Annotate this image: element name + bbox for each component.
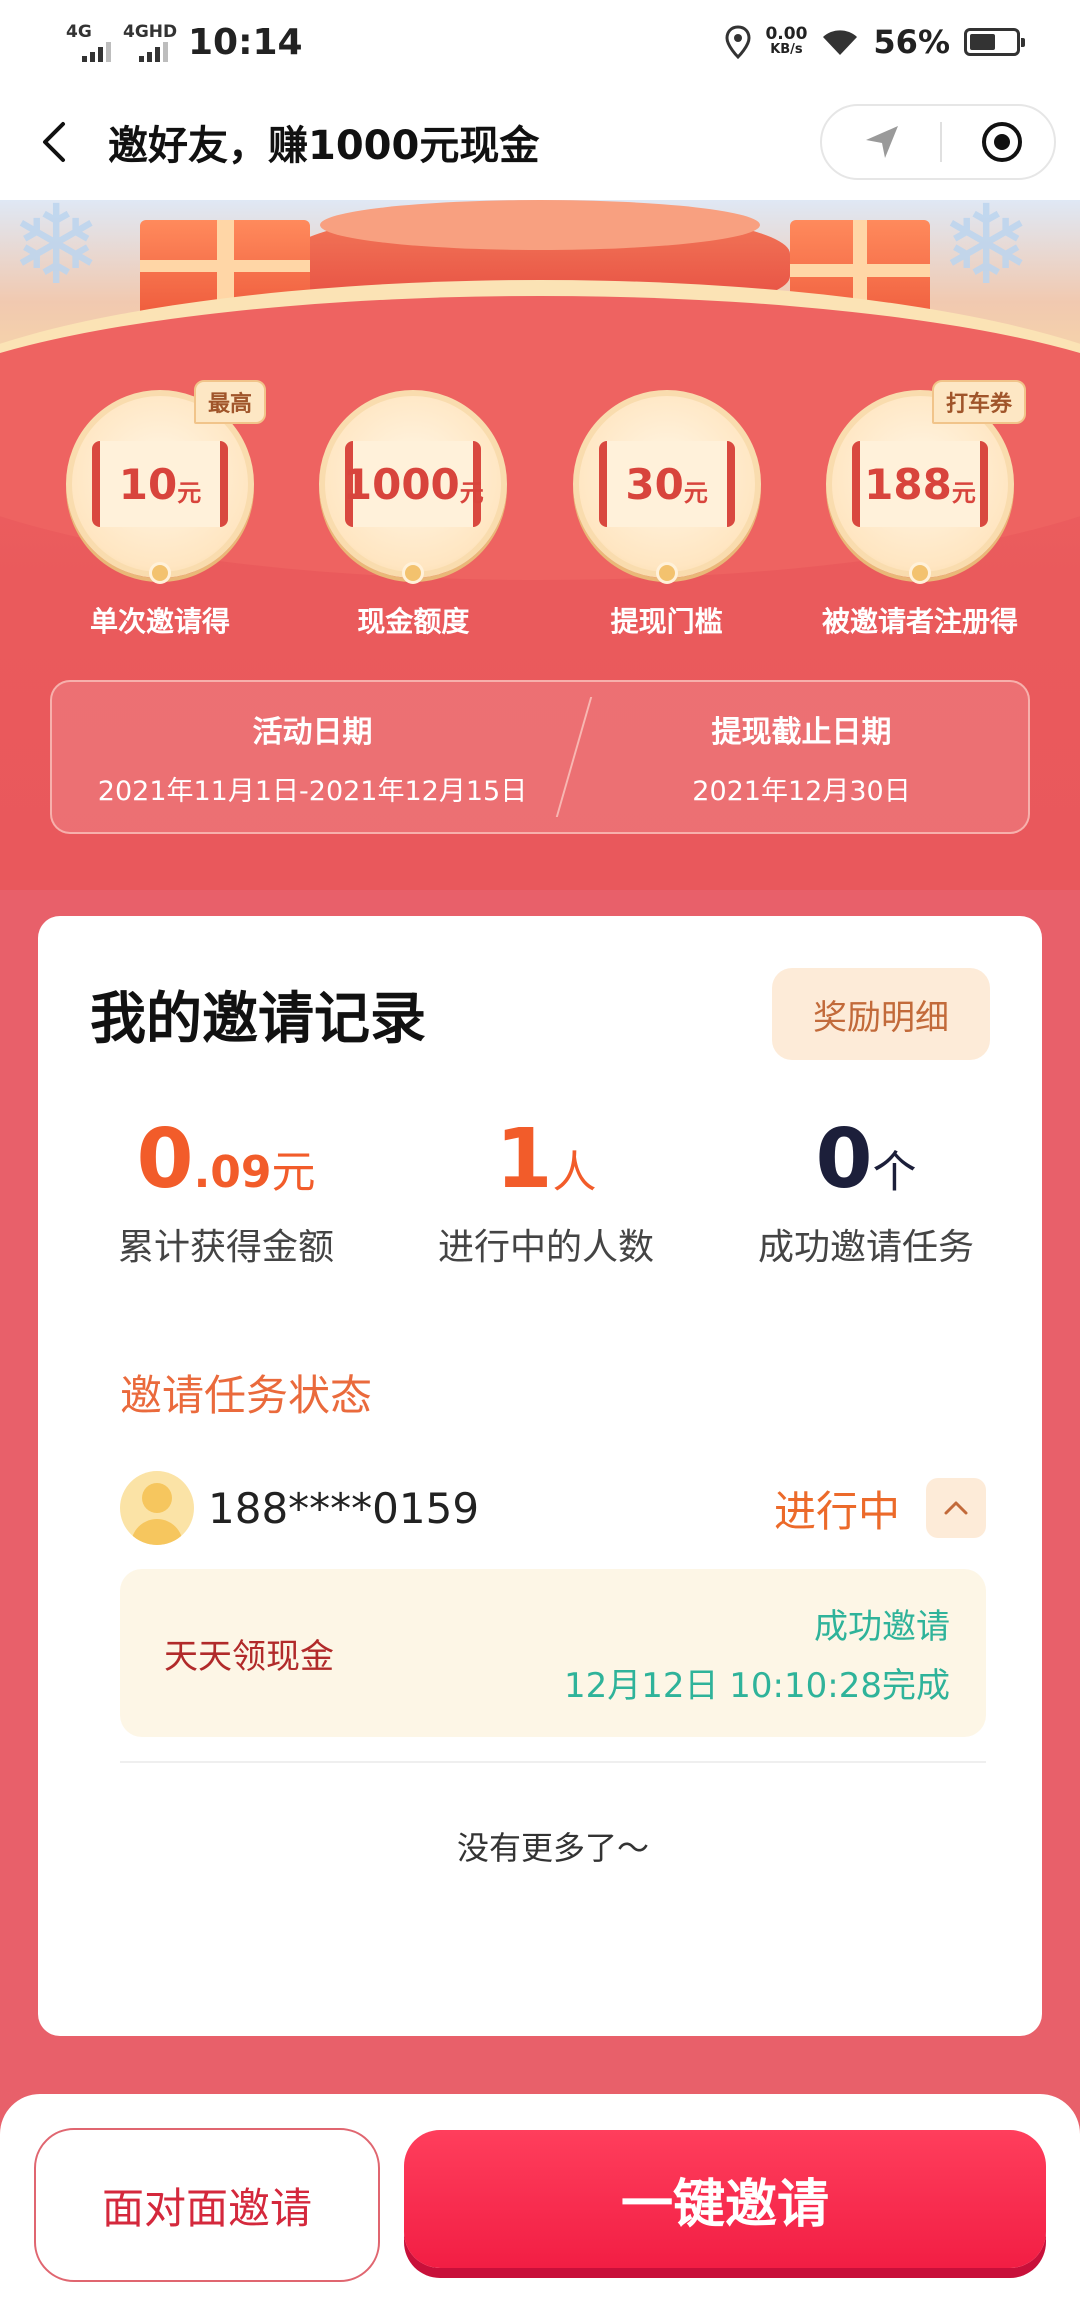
page-title: 邀好友，赚1000元现金 bbox=[108, 123, 540, 169]
reward-amount: 10 元 bbox=[92, 441, 228, 527]
reward-amount: 30 元 bbox=[598, 441, 735, 527]
stat-label: 进行中的人数 bbox=[437, 1227, 654, 1268]
task-status: 进行中 bbox=[773, 1486, 900, 1536]
reward-amount: 1000 元 bbox=[343, 441, 484, 527]
activity-date: 活动日期 2021年11月1日-2021年12月15日 bbox=[52, 707, 573, 808]
records-title: 我的邀请记录 bbox=[90, 986, 426, 1052]
invite-records-card: 我的邀请记录 奖励明细 0.09 元 累计获得金额 1人 进行中的人数 0个 成功… bbox=[38, 916, 1042, 2036]
avatar bbox=[120, 1471, 194, 1545]
navigation-arrow-icon[interactable] bbox=[862, 122, 902, 162]
snowflake-icon: ❄ bbox=[10, 200, 103, 309]
reward-invitee-register: 188 元 打车券 被邀请者注册得 bbox=[800, 380, 1040, 640]
signal-sim1: 4G bbox=[66, 22, 111, 62]
net-speed: 0.00 KB/s bbox=[765, 24, 808, 58]
invitee-phone: 188****0159 bbox=[208, 1483, 480, 1533]
stat-value-decimal: .09 bbox=[193, 1147, 272, 1198]
network-type-label: 4G bbox=[66, 22, 92, 42]
stat-value-int: 1 bbox=[495, 1112, 553, 1207]
activity-date-value: 2021年11月1日-2021年12月15日 bbox=[97, 775, 528, 807]
reward-label: 提现门槛 bbox=[610, 605, 723, 638]
task-name: 天天领现金 bbox=[164, 1636, 334, 1677]
coin-dot-icon bbox=[149, 562, 171, 584]
coin-icon: 1000 元 bbox=[319, 390, 508, 584]
stat-label: 累计获得金额 bbox=[118, 1227, 335, 1268]
clock: 10:14 bbox=[188, 21, 303, 63]
battery-percent: 56% bbox=[873, 23, 950, 61]
signal-icon bbox=[82, 42, 111, 62]
bottom-action-bar: 面对面邀请 一键邀请 bbox=[0, 2094, 1080, 2316]
close-target-icon[interactable] bbox=[980, 120, 1024, 164]
stat-label: 成功邀请任务 bbox=[757, 1227, 974, 1268]
task-row[interactable]: 188****0159 进行中 bbox=[90, 1471, 986, 1545]
chevron-up-icon bbox=[944, 1501, 968, 1515]
reward-amount: 188 元 bbox=[851, 441, 988, 527]
coin-dot-icon bbox=[908, 562, 931, 584]
stat-success-tasks: 0个 成功邀请任务 bbox=[758, 1112, 974, 1270]
withdraw-deadline: 提现截止日期 2021年12月30日 bbox=[575, 707, 1028, 808]
activity-date-title: 活动日期 bbox=[252, 714, 373, 750]
activity-dates-panel: 活动日期 2021年11月1日-2021年12月15日 提现截止日期 2021年… bbox=[50, 680, 1030, 834]
status-bar: 4G 4GHD 10:14 0.00 KB/s 56% bbox=[0, 0, 1080, 84]
stat-in-progress: 1人 进行中的人数 bbox=[438, 1112, 654, 1270]
stat-unit: 个 bbox=[872, 1147, 917, 1198]
collapse-button[interactable] bbox=[926, 1478, 986, 1538]
header-banner: ❄ ❄ 10 元 最高 单次邀请得 1000 元 现金额度 30 元 提现门槛 … bbox=[0, 200, 1080, 890]
snowflake-icon: ❄ bbox=[940, 200, 1033, 309]
reward-single-invite: 10 元 最高 单次邀请得 bbox=[40, 380, 280, 640]
battery-level bbox=[970, 34, 995, 50]
withdraw-deadline-title: 提现截止日期 bbox=[711, 714, 892, 750]
withdraw-deadline-value: 2021年12月30日 bbox=[692, 775, 911, 807]
battery-icon bbox=[964, 28, 1025, 56]
invite-stats: 0.09 元 累计获得金额 1人 进行中的人数 0个 成功邀请任务 bbox=[90, 1112, 986, 1270]
stat-value-int: 0 bbox=[136, 1112, 194, 1207]
reward-details-button[interactable]: 奖励明细 bbox=[772, 968, 990, 1060]
signal-sim2: 4GHD bbox=[123, 22, 177, 62]
stat-unit: 人 bbox=[552, 1147, 597, 1198]
divider bbox=[120, 1761, 986, 1763]
reward-cash-quota: 1000 元 现金额度 bbox=[293, 390, 533, 640]
location-icon bbox=[725, 25, 751, 59]
task-status-title: 邀请任务状态 bbox=[120, 1371, 373, 1420]
stat-total-earned: 0.09 元 累计获得金额 bbox=[118, 1112, 334, 1270]
one-click-invite-button[interactable]: 一键邀请 bbox=[404, 2130, 1046, 2268]
coin-icon: 30 元 bbox=[572, 390, 761, 584]
reward-list: 10 元 最高 单次邀请得 1000 元 现金额度 30 元 提现门槛 188 … bbox=[40, 380, 1040, 640]
reward-label: 单次邀请得 bbox=[89, 605, 230, 638]
reward-tag: 打车券 bbox=[931, 380, 1026, 424]
coin-dot-icon bbox=[655, 562, 678, 584]
task-complete-time: 12月12日 10:10:28完成 bbox=[563, 1666, 950, 1706]
pedestal-top-decoration bbox=[320, 200, 760, 250]
signal-icon bbox=[139, 42, 168, 62]
network-type-label: 4GHD bbox=[123, 22, 178, 42]
wifi-icon bbox=[823, 30, 858, 55]
nav-bar: 邀好友，赚1000元现金 bbox=[0, 84, 1080, 200]
reward-tag: 最高 bbox=[193, 380, 266, 424]
face-to-face-invite-button[interactable]: 面对面邀请 bbox=[34, 2128, 380, 2282]
stat-unit: 元 bbox=[271, 1147, 316, 1198]
mini-program-capsule bbox=[820, 104, 1056, 180]
task-result: 成功邀请 bbox=[814, 1607, 950, 1647]
stat-value-int: 0 bbox=[815, 1112, 873, 1207]
coin-dot-icon bbox=[402, 562, 425, 584]
reward-label: 被邀请者注册得 bbox=[821, 605, 1018, 638]
reward-withdraw-threshold: 30 元 提现门槛 bbox=[547, 390, 787, 640]
no-more-text: 没有更多了～ bbox=[456, 1829, 649, 1867]
capsule-divider bbox=[940, 122, 942, 162]
back-icon[interactable] bbox=[34, 122, 74, 162]
task-detail-panel: 天天领现金 成功邀请 12月12日 10:10:28完成 bbox=[120, 1569, 986, 1737]
reward-label: 现金额度 bbox=[357, 605, 470, 638]
